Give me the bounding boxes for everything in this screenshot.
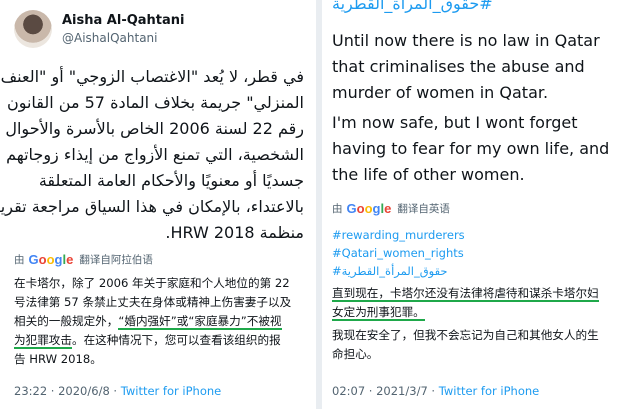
translate-bar[interactable]: 由 Google 翻译自英语 (332, 201, 450, 216)
translation-line: 直到现在，卡塔尔还没有法律将虐待和谋杀卡塔尔妇 (332, 284, 599, 303)
tweet-text-arabic: في قطر، لا يُعد "الاغتصاب الزوجي" أو "ال… (0, 64, 304, 246)
translation-line: 在卡塔尔，除了 2006 年关于家庭和个人地位的第 22 (14, 276, 290, 290)
hashtag-link[interactable]: #Qatari_women_rights (332, 244, 465, 262)
tweet-paragraph: I'm now safe, but I wont forget having t… (332, 113, 610, 184)
translation-line: 号法律第 57 条禁止丈夫在身体或精神上伤害妻子以及 (14, 295, 292, 309)
translation-line: 为犯罪攻击。在这种情况下，您可以查看该组织的报 (14, 333, 281, 349)
hashtag-link[interactable]: #حقوق_المرأة_القطرية (332, 262, 465, 280)
tweet-meta: 02:07 · 2021/3/7 · Twitter for iPhone (332, 384, 539, 398)
left-tweet-panel: Aisha Al-Qahtani @AishalQahtani في قطر، … (0, 0, 316, 409)
tweet-source-link[interactable]: Twitter for iPhone (439, 384, 540, 398)
author-handle[interactable]: @AishalQahtani (62, 31, 158, 45)
tweet-timestamp[interactable]: 23:22 · 2020/6/8 · (14, 384, 121, 398)
tweet-line: منظمة HRW 2018. (165, 223, 304, 242)
translation-line: 告 HRW 2018。 (14, 352, 102, 366)
translation-line: 相关的一般规定外，“婚内强奸”或“家庭暴力”不被视 (14, 314, 282, 330)
translation-text: 在卡塔尔，除了 2006 年关于家庭和个人地位的第 22 号法律第 57 条禁止… (14, 274, 291, 369)
tweet-meta: 23:22 · 2020/6/8 · Twitter for iPhone (14, 384, 221, 398)
translate-label[interactable]: 翻译自阿拉伯语 (79, 252, 153, 267)
hashtag-link[interactable]: #حقوق_المرأة_القطرية (332, 0, 493, 13)
tweet-line: المنزلي" جريمة بخلاف المادة 57 من القانو… (6, 93, 304, 112)
translation-line: 女定为刑事犯罪。 (332, 303, 599, 322)
highlight-underline: “婚内强奸”或“家庭暴力”不被视 (118, 314, 282, 330)
translation-text: 直到现在，卡塔尔还没有法律将虐待和谋杀卡塔尔妇 女定为刑事犯罪。 我现在安全了，… (332, 284, 599, 364)
translate-prefix: 由 (14, 254, 25, 266)
author-name[interactable]: Aisha Al-Qahtani (62, 13, 185, 28)
translated-hashtags: #rewarding_murderers #Qatari_women_right… (332, 226, 465, 280)
highlight-underline: 为犯罪攻击 (14, 333, 72, 349)
tweet-timestamp[interactable]: 02:07 · 2021/3/7 · (332, 384, 439, 398)
avatar[interactable] (14, 10, 52, 48)
tweet-line: الشخصية، التي تمنع الأزواج من إيذاء زوجا… (6, 145, 304, 164)
translation-line: 命担心。 (332, 347, 379, 361)
tweet-line: بالاعتداء، بالإمكان في هذا السياق مراجعة… (0, 197, 304, 216)
translate-prefix: 由 (332, 203, 343, 215)
tweet-line: جسديًا أو معنويًا والأحكام العامة المتعل… (38, 171, 304, 190)
highlight-underline: 直到现在，卡塔尔还没有法律将虐待和谋杀卡塔尔妇 (332, 286, 599, 302)
tweet-source-link[interactable]: Twitter for iPhone (121, 384, 222, 398)
google-logo: Google (28, 252, 74, 267)
hashtag-link[interactable]: #rewarding_murderers (332, 226, 465, 244)
translate-label[interactable]: 翻译自英语 (397, 201, 450, 216)
google-logo: Google (346, 201, 392, 216)
tweet-line: رقم 22 لسنة 2006 الخاص بالأسرة والأحوال (5, 119, 304, 138)
translate-bar[interactable]: 由 Google 翻译自阿拉伯语 (14, 252, 153, 267)
highlight-underline: 女定为刑事犯罪。 (332, 305, 425, 321)
tweet-line: في قطر، لا يُعد "الاغتصاب الزوجي" أو "ال… (0, 67, 304, 86)
translation-line: 我现在安全了，但我不会忘记为自己和其他女人的生 (332, 328, 599, 342)
tweet-paragraph: Until now there is no law in Qatar that … (332, 31, 600, 102)
right-tweet-panel: #حقوق_المرأة_القطرية Until now there is … (322, 0, 640, 409)
